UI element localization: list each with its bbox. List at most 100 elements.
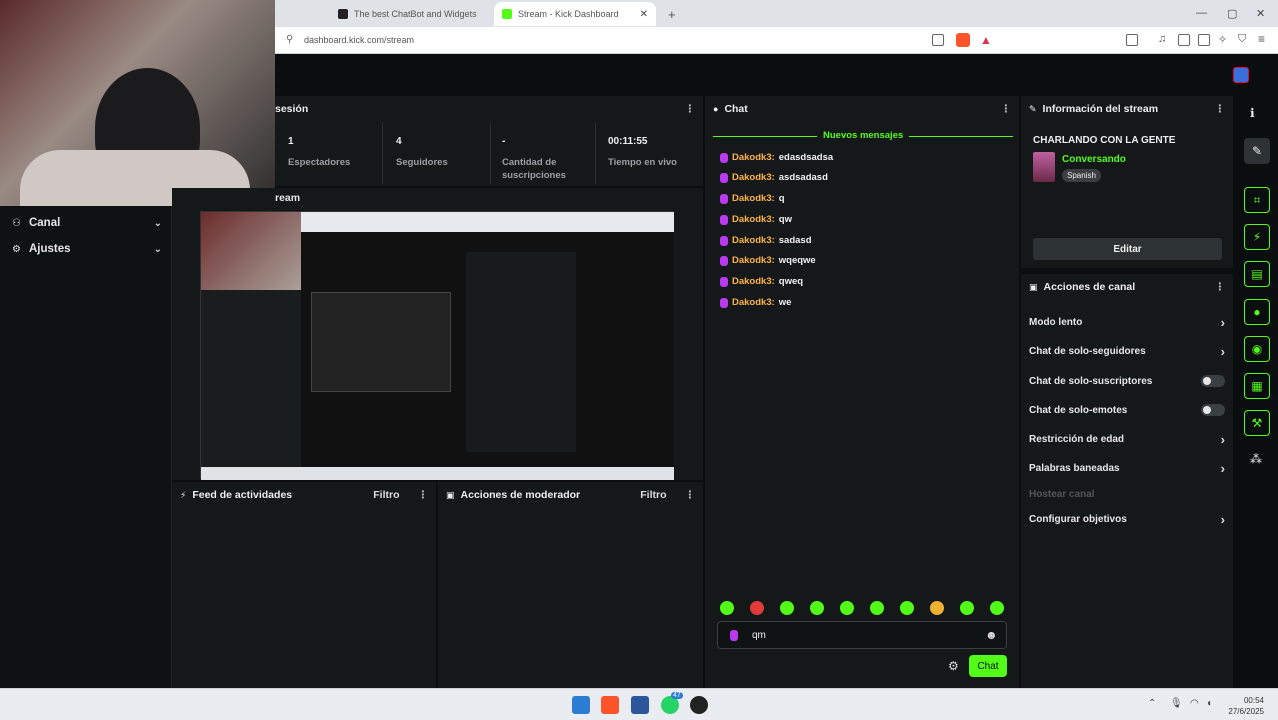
broadcast-icon[interactable]: ◉	[1244, 336, 1270, 362]
action-banned-words[interactable]: Palabras baneadas ›	[1029, 460, 1225, 476]
feed-filter-button[interactable]: Filtro	[373, 489, 399, 501]
action-label: Chat de solo-seguidores	[1029, 345, 1146, 357]
chat-message[interactable]: Dakodk3: asdsadasd	[720, 172, 828, 183]
more-options-icon[interactable]: ⋮	[1215, 281, 1226, 293]
minimize-icon[interactable]: —	[1196, 7, 1207, 19]
info-icon[interactable]: ℹ	[1250, 106, 1255, 120]
layout-icon[interactable]: ⁂	[1250, 452, 1262, 466]
lightning-icon[interactable]: ⚡	[1244, 224, 1270, 250]
url-text[interactable]: dashboard.kick.com/stream	[304, 35, 414, 45]
nav-item-ajustes[interactable]: ⚙ Ajustes ⌄	[12, 239, 162, 259]
brave-shield-icon[interactable]	[956, 33, 970, 47]
action-set-goals[interactable]: Configurar objetivos ›	[1029, 511, 1225, 527]
stream-category[interactable]: Conversando	[1062, 154, 1126, 165]
vpn-icon[interactable]: ⛉	[1238, 33, 1246, 46]
modactions-filter-button[interactable]: Filtro	[640, 489, 666, 501]
emote-icon[interactable]	[750, 601, 764, 615]
chat-username[interactable]: Dakodk3:	[732, 152, 775, 163]
more-options-icon[interactable]: ⋮	[685, 489, 696, 501]
browser-tab-kick-dashboard[interactable]: Stream - Kick Dashboard ✕	[494, 2, 656, 26]
music-icon[interactable]: ♫	[1158, 33, 1166, 45]
emote-icon[interactable]	[720, 601, 734, 615]
action-age-restriction[interactable]: Restricción de edad ›	[1029, 431, 1225, 447]
emote-icon[interactable]	[990, 601, 1004, 615]
chat-message[interactable]: Dakodk3: q	[720, 193, 785, 204]
more-options-icon[interactable]: ⋮	[1001, 103, 1012, 115]
emote-icon[interactable]	[810, 601, 824, 615]
close-tab-icon[interactable]: ✕	[640, 9, 648, 20]
more-options-icon[interactable]: ⋮	[685, 103, 696, 115]
screenshot-icon[interactable]	[1126, 34, 1138, 46]
chat-message[interactable]: Dakodk3: we	[720, 297, 791, 308]
chat-message[interactable]: Dakodk3: qweq	[720, 276, 803, 287]
user-avatar[interactable]	[1233, 67, 1249, 83]
new-tab-button[interactable]: +	[660, 2, 680, 26]
chat-icon[interactable]: ●	[1244, 299, 1270, 325]
emote-icon[interactable]	[900, 601, 914, 615]
obs-icon[interactable]	[690, 696, 708, 714]
site-info-icon[interactable]: ⚲	[286, 34, 293, 45]
more-options-icon[interactable]: ⋮	[1215, 103, 1226, 115]
emote-icon[interactable]	[780, 601, 794, 615]
right-tool-sidebar: ℹ ✎ ⌗ ⚡ ▤ ● ◉ ▦ ⚒ ⁂	[1236, 96, 1278, 688]
stat-label: Espectadores	[288, 157, 351, 168]
chat-input[interactable]: qm ☻	[717, 621, 1007, 649]
word-icon[interactable]	[631, 696, 649, 714]
sidebar-toggle-icon[interactable]	[1178, 34, 1190, 46]
emote-icon[interactable]	[930, 601, 944, 615]
chat-username[interactable]: Dakodk3:	[732, 255, 775, 266]
chat-message[interactable]: Dakodk3: edasdsadsa	[720, 152, 833, 163]
edit-icon[interactable]: ✎	[1244, 138, 1270, 164]
chat-message[interactable]: Dakodk3: qw	[720, 214, 792, 225]
wrench-icon[interactable]: ⚒	[1244, 410, 1270, 436]
volume-icon[interactable]: ◖	[1206, 698, 1212, 709]
close-window-icon[interactable]: ✕	[1256, 7, 1265, 20]
stat-label: Seguidores	[396, 157, 448, 168]
moderator-actions-panel: ▣ Acciones de moderador Filtro ⋮	[438, 482, 703, 688]
chat-username[interactable]: Dakodk3:	[732, 214, 775, 225]
clip-icon[interactable]: ⌗	[1244, 187, 1270, 213]
emote-icon[interactable]	[870, 601, 884, 615]
reader-icon[interactable]	[1198, 34, 1210, 46]
edit-stream-button[interactable]: Editar	[1033, 238, 1222, 260]
chat-username[interactable]: Dakodk3:	[732, 276, 775, 287]
maximize-icon[interactable]: ▢	[1227, 7, 1237, 20]
browser-tab-chatbot[interactable]: The best ChatBot and Widgets for Ki	[330, 2, 490, 26]
emoji-picker-icon[interactable]: ☻	[985, 628, 998, 642]
menu-icon[interactable]: ≡	[1258, 32, 1265, 46]
chat-username[interactable]: Dakodk3:	[732, 172, 775, 183]
tab-title: Stream - Kick Dashboard	[518, 9, 619, 19]
action-slow-mode[interactable]: Modo lento ›	[1029, 314, 1225, 330]
system-clock[interactable]: 00:54 27/6/2025	[1228, 695, 1264, 717]
rewards-icon[interactable]: ▲	[980, 33, 992, 47]
extensions-icon[interactable]: ✧	[1218, 33, 1227, 46]
chat-settings-icon[interactable]: ⚙	[948, 659, 959, 673]
share-icon[interactable]	[932, 34, 944, 46]
action-followers-only[interactable]: Chat de solo-seguidores ›	[1029, 343, 1225, 359]
chat-message[interactable]: Dakodk3: wqeqwe	[720, 255, 816, 266]
windows-start-icon[interactable]	[572, 696, 590, 714]
chevron-up-icon[interactable]: ⌃	[1148, 698, 1156, 709]
stream-title: CHARLANDO CON LA GENTE	[1033, 135, 1176, 146]
emotes-only-toggle[interactable]	[1201, 404, 1225, 416]
nav-item-canal[interactable]: ⚇ Canal ⌄	[12, 213, 162, 233]
more-options-icon[interactable]: ⋮	[418, 489, 429, 501]
document-icon[interactable]: ▤	[1244, 261, 1270, 287]
chat-panel-header: ● Chat ⋮	[705, 96, 1019, 122]
bolt-icon: ⚡	[180, 489, 187, 500]
chat-username[interactable]: Dakodk3:	[732, 193, 775, 204]
stream-info-header: ✎ Información del stream ⋮	[1021, 96, 1233, 122]
emote-icon[interactable]	[960, 601, 974, 615]
chat-username[interactable]: Dakodk3:	[732, 235, 775, 246]
id-card-icon[interactable]: ▦	[1244, 373, 1270, 399]
subscribers-only-toggle[interactable]	[1201, 375, 1225, 387]
send-chat-button[interactable]: Chat	[969, 655, 1007, 677]
stream-video[interactable]	[200, 211, 674, 480]
emote-icon[interactable]	[840, 601, 854, 615]
chat-message[interactable]: Dakodk3: sadasd	[720, 235, 812, 246]
microphone-icon[interactable]: 🎙	[1170, 698, 1183, 709]
wifi-icon[interactable]: ◠	[1190, 698, 1199, 709]
brave-browser-icon[interactable]	[601, 696, 619, 714]
stat-viewers: 1 Espectadores	[278, 122, 383, 184]
chat-username[interactable]: Dakodk3:	[732, 297, 775, 308]
